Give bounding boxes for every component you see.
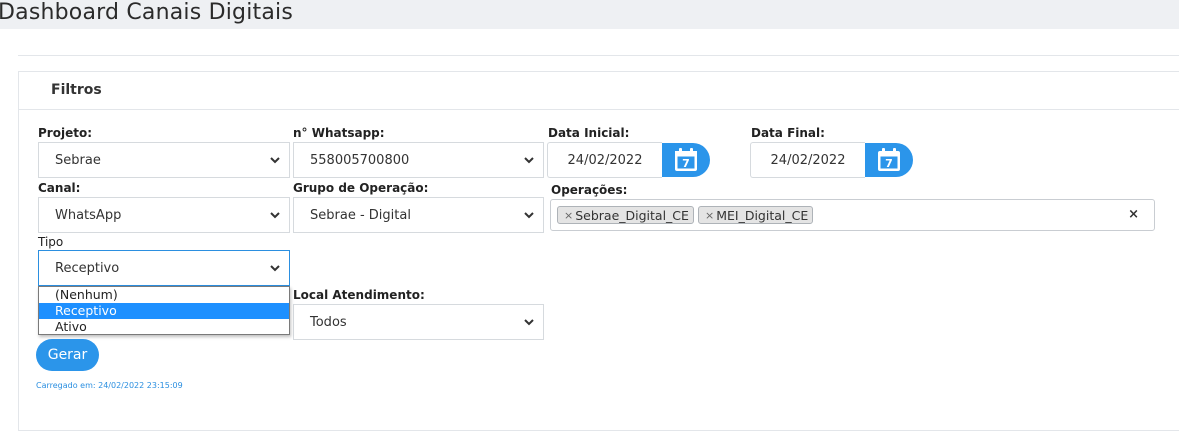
operacao-tag-label: MEI_Digital_CE [716,207,809,223]
calendar-icon: 7 [675,148,697,171]
tag-remove-icon[interactable]: × [564,209,573,222]
local-label: Local Atendimento: [293,288,425,302]
calendar-day: 7 [885,157,893,170]
data-final-value: 24/02/2022 [770,152,846,168]
chevron-down-icon [524,212,534,219]
operacoes-multiselect[interactable]: × Sebrae_Digital_CE × MEI_Digital_CE × [550,199,1155,231]
divider [18,55,1179,56]
filters-header: Filtros [19,72,1179,110]
grupo-value: Sebrae - Digital [310,207,411,223]
chevron-down-icon [270,212,280,219]
tipo-option-receptivo[interactable]: Receptivo [39,303,289,319]
title-bar: Dashboard Canais Digitais [0,0,1179,29]
tipo-label: Tipo [38,235,64,249]
calendar-day: 7 [682,157,690,170]
grupo-label: Grupo de Operação: [293,181,429,195]
canal-value: WhatsApp [55,207,122,223]
data-inicial-input[interactable]: 24/02/2022 [547,142,662,178]
local-value: Todos [310,314,347,330]
clear-all-icon[interactable]: × [1128,207,1139,222]
calendar-icon: 7 [878,148,900,171]
data-inicial-value: 24/02/2022 [567,152,643,168]
tipo-option-nenhum[interactable]: (Nenhum) [39,287,289,303]
tipo-option-ativo[interactable]: Ativo [39,319,289,335]
gerar-button[interactable]: Gerar [36,339,99,371]
projeto-label: Projeto: [38,126,92,140]
grupo-select[interactable]: Sebrae - Digital [293,197,544,233]
projeto-value: Sebrae [55,152,101,168]
chevron-down-icon [270,157,280,164]
data-inicial-calendar-button[interactable]: 7 [662,143,710,177]
data-inicial-label: Data Inicial: [548,126,630,140]
tipo-value: Receptivo [55,260,120,276]
page-title: Dashboard Canais Digitais [0,0,293,25]
chevron-down-icon [524,319,534,326]
tipo-select[interactable]: Receptivo [38,250,290,286]
whatsapp-select[interactable]: 558005700800 [293,142,544,178]
local-select[interactable]: Todos [293,304,544,340]
canal-label: Canal: [38,181,81,195]
chevron-down-icon [524,157,534,164]
tipo-dropdown-list: (Nenhum) Receptivo Ativo [38,286,290,335]
filters-title: Filtros [51,82,102,98]
operacao-tag: × MEI_Digital_CE [698,206,814,224]
data-final-label: Data Final: [751,126,825,140]
tag-remove-icon[interactable]: × [705,209,714,222]
canal-select[interactable]: WhatsApp [38,197,290,233]
loaded-timestamp: Carregado em: 24/02/2022 23:15:09 [36,381,183,390]
projeto-select[interactable]: Sebrae [38,142,290,178]
chevron-down-icon [270,265,280,272]
operacao-tag: × Sebrae_Digital_CE [557,206,694,224]
data-final-calendar-button[interactable]: 7 [865,143,913,177]
whatsapp-value: 558005700800 [310,152,410,168]
operacoes-label: Operações: [551,183,628,197]
operacao-tag-label: Sebrae_Digital_CE [575,207,689,223]
whatsapp-label: n° Whatsapp: [293,126,385,140]
data-final-input[interactable]: 24/02/2022 [750,142,865,178]
